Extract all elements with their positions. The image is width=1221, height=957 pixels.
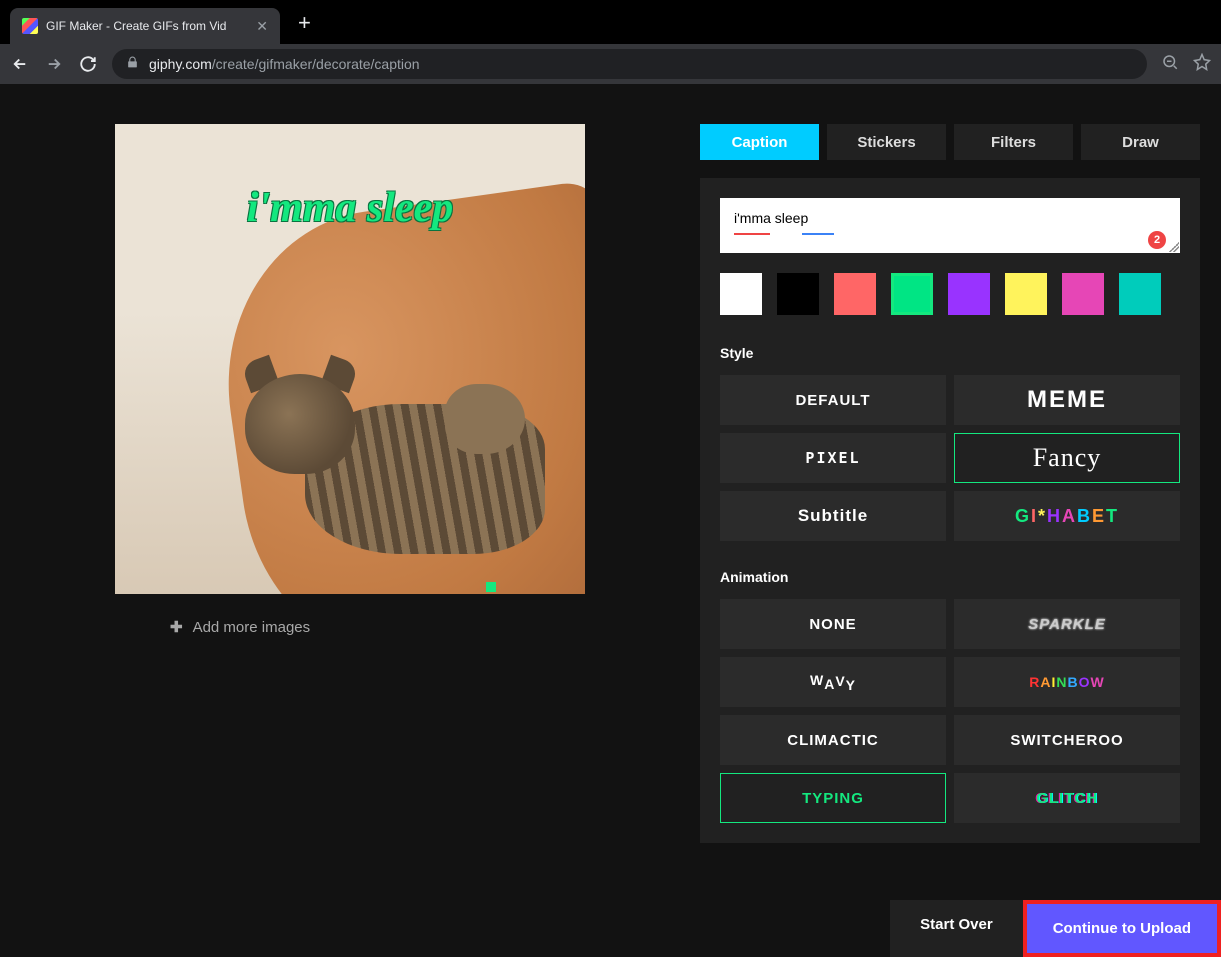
page-content: i'mma sleep ✚ Add more images Caption St…	[0, 84, 1221, 957]
giphabet-label: GI*HABET	[1015, 506, 1119, 527]
animation-grid: NONE SPARKLE WAVY RAINBOW CLIMACTIC SWIT…	[720, 599, 1180, 823]
resize-grip[interactable]	[1169, 242, 1179, 252]
color-swatches	[720, 273, 1180, 315]
color-yellow[interactable]	[1005, 273, 1047, 315]
zoom-icon[interactable]	[1161, 53, 1179, 76]
preview-caption-text[interactable]: i'mma sleep	[247, 184, 453, 232]
style-meme[interactable]: MEME	[954, 375, 1180, 425]
style-grid: DEFAULT MEME PIXEL Fancy Subtitle GI*HAB…	[720, 375, 1180, 541]
plus-icon: ✚	[170, 618, 183, 636]
suggestion-badge[interactable]: 2	[1148, 231, 1166, 249]
style-label: Style	[720, 345, 1180, 361]
anim-none[interactable]: NONE	[720, 599, 946, 649]
anim-wavy[interactable]: WAVY	[720, 657, 946, 707]
color-teal[interactable]	[1119, 273, 1161, 315]
browser-tab[interactable]: GIF Maker - Create GIFs from Vid ✕	[10, 8, 280, 44]
grammar-underline	[802, 233, 834, 235]
style-subtitle[interactable]: Subtitle	[720, 491, 946, 541]
anim-glitch[interactable]: GLITCH	[954, 773, 1180, 823]
editor-tabs: Caption Stickers Filters Draw	[700, 124, 1200, 160]
tab-draw[interactable]: Draw	[1081, 124, 1200, 160]
add-more-label: Add more images	[193, 619, 311, 636]
anim-sparkle[interactable]: SPARKLE	[954, 599, 1180, 649]
reload-button[interactable]	[78, 54, 98, 74]
forward-button[interactable]	[44, 54, 64, 74]
editor-column: Caption Stickers Filters Draw 2	[700, 84, 1200, 957]
color-green[interactable]	[891, 273, 933, 315]
style-giphabet[interactable]: GI*HABET	[954, 491, 1180, 541]
rainbow-label: RAINBOW	[1029, 674, 1105, 691]
close-tab-icon[interactable]: ✕	[256, 18, 268, 35]
tab-filters[interactable]: Filters	[954, 124, 1073, 160]
style-default[interactable]: DEFAULT	[720, 375, 946, 425]
browser-toolbar: giphy.com/create/gifmaker/decorate/capti…	[0, 44, 1221, 84]
tab-stickers[interactable]: Stickers	[827, 124, 946, 160]
caption-panel: 2 Style DEFAULT MEME PIXEL Fancy Subtitl…	[700, 178, 1200, 843]
continue-upload-button[interactable]: Continue to Upload	[1023, 900, 1221, 957]
animation-label: Animation	[720, 569, 1180, 585]
lock-icon	[126, 56, 139, 72]
preview-column: i'mma sleep ✚ Add more images	[0, 84, 700, 957]
color-white[interactable]	[720, 273, 762, 315]
anim-rainbow[interactable]: RAINBOW	[954, 657, 1180, 707]
wavy-label: WAVY	[810, 674, 856, 691]
back-button[interactable]	[10, 54, 30, 74]
url-text: giphy.com/create/gifmaker/decorate/capti…	[149, 56, 420, 72]
footer-buttons: Start Over Continue to Upload	[890, 900, 1221, 957]
browser-tabs: GIF Maker - Create GIFs from Vid ✕ +	[0, 0, 1221, 44]
tab-title: GIF Maker - Create GIFs from Vid	[46, 19, 248, 33]
style-pixel[interactable]: PIXEL	[720, 433, 946, 483]
start-over-button[interactable]: Start Over	[890, 900, 1023, 957]
anim-typing[interactable]: TYPING	[720, 773, 946, 823]
color-purple[interactable]	[948, 273, 990, 315]
color-pink[interactable]	[1062, 273, 1104, 315]
anim-climactic[interactable]: CLIMACTIC	[720, 715, 946, 765]
tab-caption[interactable]: Caption	[700, 124, 819, 160]
url-bar[interactable]: giphy.com/create/gifmaker/decorate/capti…	[112, 49, 1147, 79]
style-fancy[interactable]: Fancy	[954, 433, 1180, 483]
star-icon[interactable]	[1193, 53, 1211, 76]
new-tab-button[interactable]: +	[298, 10, 311, 36]
favicon	[22, 18, 38, 34]
anim-switcheroo[interactable]: SWITCHEROO	[954, 715, 1180, 765]
caption-input[interactable]	[720, 198, 1180, 248]
spellcheck-underline	[734, 233, 770, 235]
add-more-images-button[interactable]: ✚ Add more images	[170, 618, 310, 636]
color-black[interactable]	[777, 273, 819, 315]
selection-handle[interactable]	[486, 582, 496, 592]
caption-input-wrap: 2	[720, 198, 1180, 253]
color-red[interactable]	[834, 273, 876, 315]
gif-preview[interactable]: i'mma sleep	[115, 124, 585, 594]
